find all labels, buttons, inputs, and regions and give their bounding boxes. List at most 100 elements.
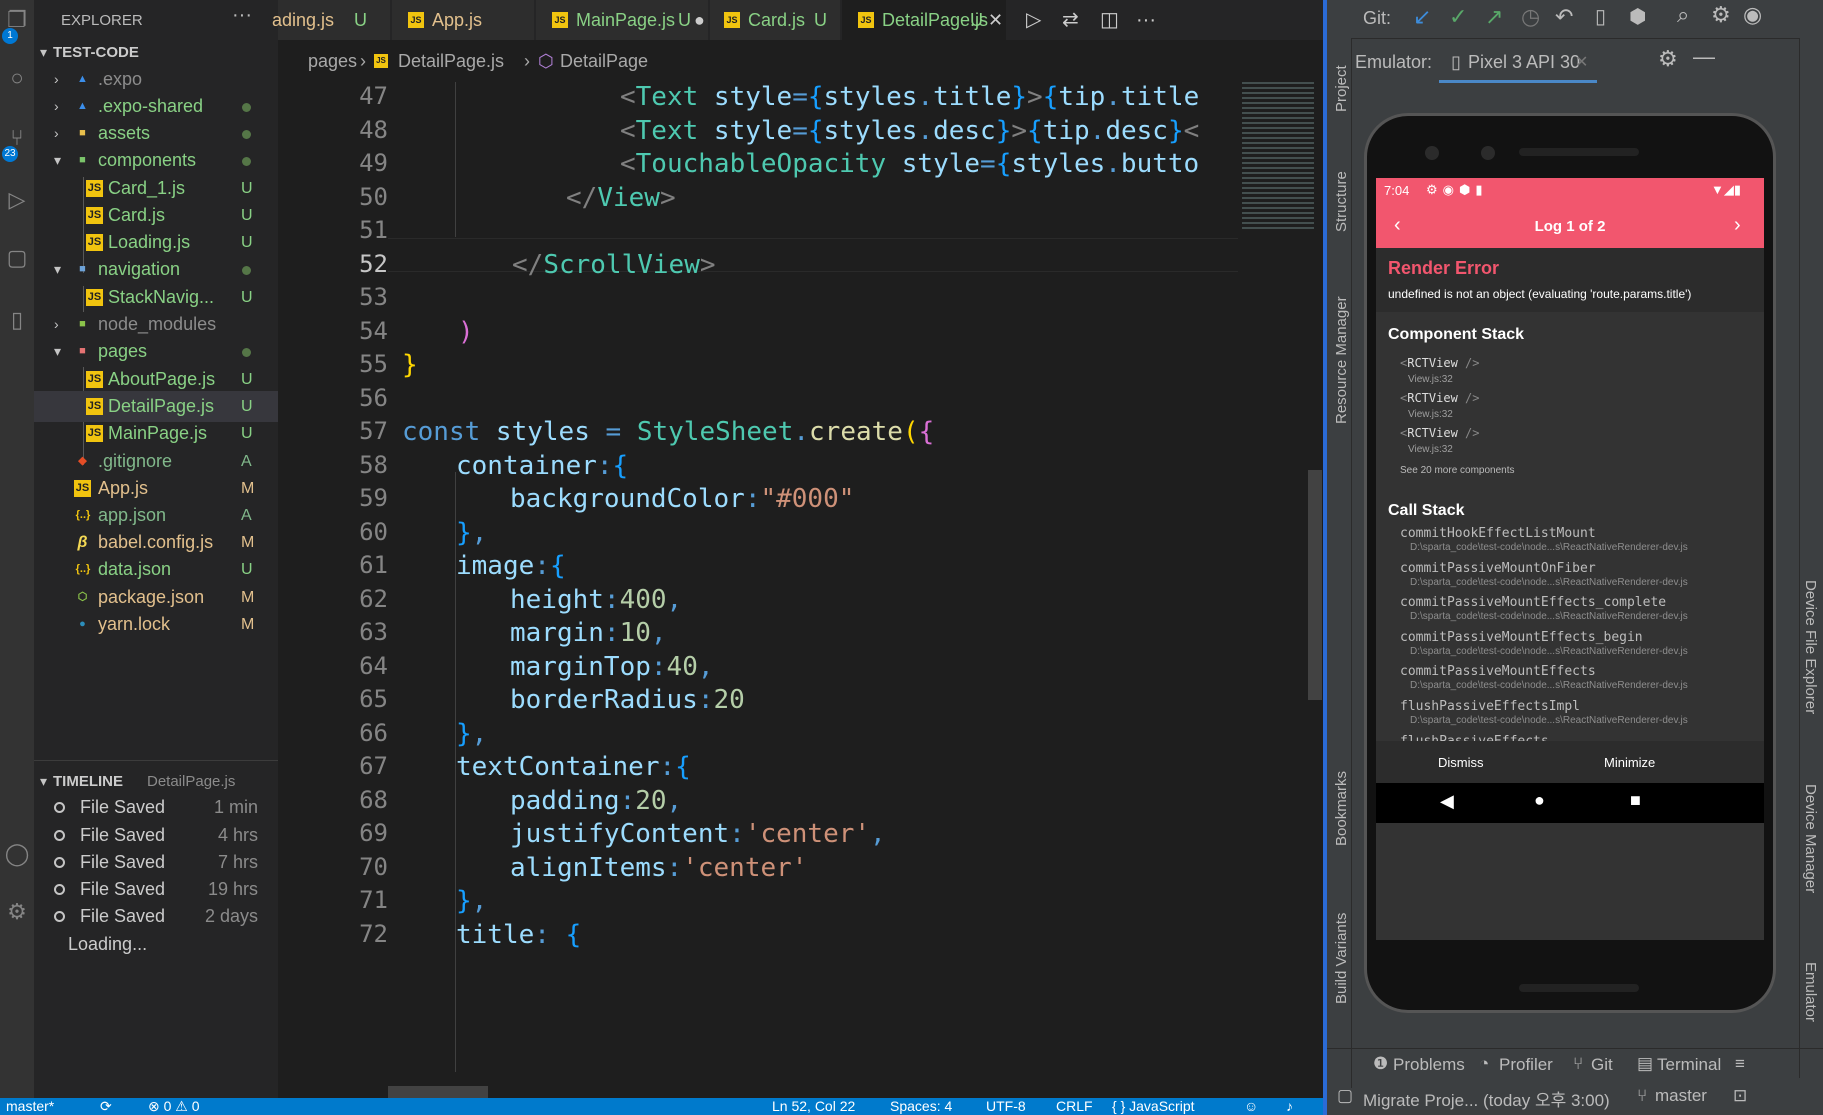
breadcrumb-file[interactable]: DetailPage.js: [398, 40, 504, 82]
minimap[interactable]: [1238, 82, 1318, 1098]
component-stack-item[interactable]: <RCTView />: [1400, 426, 1480, 440]
studio-branch[interactable]: master: [1655, 1086, 1707, 1106]
code-line[interactable]: margin:10,: [510, 618, 667, 648]
tree-folder-navigation[interactable]: ▾ ■ navigation: [34, 254, 278, 285]
code-editor[interactable]: <Text style={styles.title}>{tip.title <Te…: [388, 82, 1238, 1098]
overview-icon[interactable]: ■: [1630, 790, 1641, 811]
more-actions-icon[interactable]: ···: [1136, 0, 1156, 40]
studio-status-message[interactable]: Migrate Proje... (today 오후 3:00): [1363, 1086, 1610, 1111]
unsaved-dot-icon[interactable]: ●: [694, 0, 705, 40]
code-line[interactable]: title: {: [456, 920, 581, 950]
bottom-tab-problems[interactable]: Problems: [1393, 1055, 1465, 1075]
search-icon[interactable]: ○: [3, 64, 31, 92]
remote-explorer-icon[interactable]: ▯: [3, 306, 31, 334]
code-line[interactable]: </ScrollView>: [512, 250, 716, 280]
code-line[interactable]: padding:20,: [510, 786, 682, 816]
status-encoding[interactable]: UTF-8: [986, 1098, 1026, 1115]
minimize-button[interactable]: Minimize: [1604, 755, 1655, 770]
gear-icon[interactable]: ⚙: [1658, 46, 1678, 72]
code-line[interactable]: <Text style={styles.desc}>{tip.desc}<: [620, 116, 1199, 146]
breadcrumb-folder[interactable]: pages: [308, 40, 357, 82]
code-line[interactable]: height:400,: [510, 585, 682, 615]
rollback-icon[interactable]: ↶: [1555, 4, 1573, 30]
sync-icon[interactable]: ⟳: [100, 1098, 112, 1115]
bell-icon[interactable]: ♪: [1286, 1098, 1293, 1115]
component-stack-item[interactable]: <RCTView />: [1400, 356, 1480, 370]
tree-folder-pages[interactable]: ▾ ■ pages: [34, 336, 278, 367]
tool-emulator[interactable]: Emulator: [1802, 962, 1819, 1022]
tree-file-yarn-lock[interactable]: ● yarn.lock M: [34, 609, 278, 640]
menu-icon[interactable]: ≡: [1735, 1054, 1745, 1074]
horizontal-scrollbar[interactable]: [388, 1086, 488, 1098]
gear-icon[interactable]: ⚙: [3, 898, 31, 926]
timeline-entry[interactable]: File Saved 1 min: [34, 792, 278, 823]
component-stack-item[interactable]: <RCTView />: [1400, 391, 1480, 405]
tree-file-mainpage[interactable]: JS MainPage.js U: [34, 418, 278, 449]
see-more-components[interactable]: See 20 more components: [1400, 465, 1515, 476]
account-icon[interactable]: ◯: [3, 840, 31, 868]
split-editor-icon[interactable]: ◫: [1100, 0, 1119, 40]
tab-detailpage[interactable]: JS DetailPage.js U ✕: [842, 0, 1006, 40]
status-language[interactable]: { } JavaScript: [1112, 1098, 1195, 1115]
minimize-icon[interactable]: —: [1693, 44, 1715, 70]
code-line[interactable]: const styles = StyleSheet.create({: [402, 417, 934, 447]
code-line[interactable]: textContainer:{: [456, 752, 691, 782]
code-line[interactable]: marginTop:40,: [510, 652, 714, 682]
feedback-icon[interactable]: ☺: [1244, 1098, 1258, 1115]
code-line[interactable]: borderRadius:20: [510, 685, 745, 715]
code-line[interactable]: justifyContent:'center',: [510, 819, 886, 849]
tool-bookmarks[interactable]: Bookmarks: [1333, 771, 1350, 846]
bottom-tab-git[interactable]: Git: [1591, 1055, 1613, 1075]
back-icon[interactable]: ◀: [1440, 791, 1454, 812]
status-problems[interactable]: ⊗ 0 ⚠ 0: [148, 1098, 200, 1115]
more-actions-icon[interactable]: ···: [232, 4, 252, 27]
code-line[interactable]: backgroundColor:"#000": [510, 484, 854, 514]
code-line[interactable]: },: [456, 518, 487, 548]
git-push-icon[interactable]: ↗: [1485, 4, 1503, 30]
home-icon[interactable]: ●: [1534, 790, 1545, 811]
status-branch[interactable]: master*: [6, 1098, 54, 1115]
call-stack-frame[interactable]: commitPassiveMountEffects_begin: [1400, 630, 1643, 645]
tab-mainpage[interactable]: JS MainPage.js U ●: [536, 0, 708, 40]
run-icon[interactable]: ▷: [1026, 0, 1041, 40]
tool-project[interactable]: Project: [1333, 65, 1350, 112]
search-icon[interactable]: ⌕: [1677, 2, 1689, 28]
code-line[interactable]: <TouchableOpacity style={styles.butto: [620, 149, 1199, 179]
tab-app[interactable]: JS App.js M: [392, 0, 569, 40]
status-eol[interactable]: CRLF: [1056, 1098, 1093, 1115]
call-stack-frame[interactable]: commitPassiveMountEffects_complete: [1400, 595, 1666, 610]
code-line[interactable]: ): [458, 317, 474, 347]
tool-structure[interactable]: Structure: [1333, 171, 1350, 232]
tree-file-data-json[interactable]: {..} data.json U: [34, 554, 278, 585]
tool-device-file-explorer[interactable]: Device File Explorer: [1802, 580, 1819, 714]
breadcrumb-symbol[interactable]: DetailPage: [560, 40, 648, 82]
extensions-icon[interactable]: ▢: [3, 244, 31, 272]
call-stack-frame[interactable]: commitPassiveMountOnFiber: [1400, 561, 1596, 576]
git-update-icon[interactable]: ↙: [1413, 4, 1431, 30]
assistant-icon[interactable]: ◉: [1743, 2, 1762, 28]
layout-icon[interactable]: ▢: [1337, 1086, 1353, 1106]
git-commit-icon[interactable]: ✓: [1449, 4, 1467, 30]
bottom-tab-profiler[interactable]: Profiler: [1499, 1055, 1553, 1075]
call-stack-frame[interactable]: flushPassiveEffectsImpl: [1400, 699, 1580, 714]
code-line[interactable]: container:{: [456, 451, 628, 481]
code-line[interactable]: }: [402, 350, 418, 380]
close-icon[interactable]: ✕: [1575, 52, 1588, 72]
status-indentation[interactable]: Spaces: 4: [890, 1098, 952, 1115]
run-debug-icon[interactable]: ▷: [3, 186, 31, 214]
tool-build-variants[interactable]: Build Variants: [1333, 913, 1350, 1004]
code-line[interactable]: <Text style={styles.title}>{tip.title: [620, 82, 1199, 112]
chevron-right-icon[interactable]: ›: [1734, 214, 1741, 237]
bottom-tab-terminal[interactable]: Terminal: [1657, 1055, 1721, 1075]
tab-loading[interactable]: ading.js U: [272, 0, 390, 40]
tool-resource-manager[interactable]: Resource Manager: [1333, 296, 1350, 424]
code-line[interactable]: alignItems:'center': [510, 853, 807, 883]
call-stack-frame[interactable]: commitHookEffectListMount: [1400, 526, 1596, 541]
tool-device-manager[interactable]: Device Manager: [1802, 784, 1819, 893]
tree-folder-components[interactable]: ▾ ■ components: [34, 145, 278, 176]
code-line[interactable]: },: [456, 886, 487, 916]
tab-card[interactable]: JS Card.js U: [710, 0, 840, 40]
history-icon[interactable]: ◷: [1521, 4, 1540, 30]
timeline-entry[interactable]: File Saved 2 days: [34, 901, 278, 932]
dismiss-button[interactable]: Dismiss: [1438, 755, 1484, 770]
